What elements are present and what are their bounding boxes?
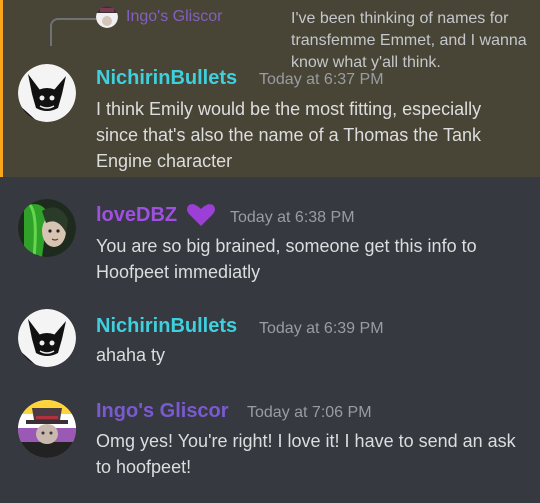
message[interactable]: Ingo's Gliscor Today at 7:06 PM Omg yes!… [0, 390, 540, 503]
message-text: Omg yes! You're right! I love it! I have… [96, 431, 516, 477]
mention-highlight-bar [0, 0, 3, 177]
avatar[interactable] [18, 199, 76, 257]
message[interactable]: loveDBZ Today at 6:38 PM You are so big … [0, 177, 540, 295]
message-timestamp: Today at 6:37 PM [259, 71, 384, 88]
message-author[interactable]: NichirinBullets [96, 315, 237, 338]
reply-author[interactable]: Ingo's Gliscor [126, 8, 222, 26]
message-text: You are so big brained, someone get this… [96, 236, 477, 282]
avatar[interactable] [18, 309, 76, 367]
reply-avatar[interactable] [96, 6, 118, 28]
reply-connector [50, 18, 98, 46]
reply-text[interactable]: I've been thinking of names for transfem… [291, 8, 540, 74]
message[interactable]: NichirinBullets Today at 6:39 PM ahaha t… [0, 295, 540, 390]
avatar[interactable] [18, 400, 76, 458]
reply-preview[interactable]: Ingo's Gliscor I've been thinking of nam… [40, 6, 540, 71]
message-timestamp: Today at 6:38 PM [230, 209, 355, 226]
message-text: I think Emily would be the most fitting,… [96, 99, 482, 171]
message-highlighted[interactable]: Ingo's Gliscor I've been thinking of nam… [0, 0, 540, 177]
message-author[interactable]: loveDBZ [96, 204, 177, 227]
purple-heart-icon [186, 203, 216, 227]
message-author[interactable]: Ingo's Gliscor [96, 400, 229, 423]
message-timestamp: Today at 7:06 PM [247, 404, 372, 421]
message-author[interactable]: NichirinBullets [96, 67, 237, 90]
avatar[interactable] [18, 64, 76, 122]
message-text: ahaha ty [96, 345, 166, 365]
message-timestamp: Today at 6:39 PM [259, 320, 384, 337]
